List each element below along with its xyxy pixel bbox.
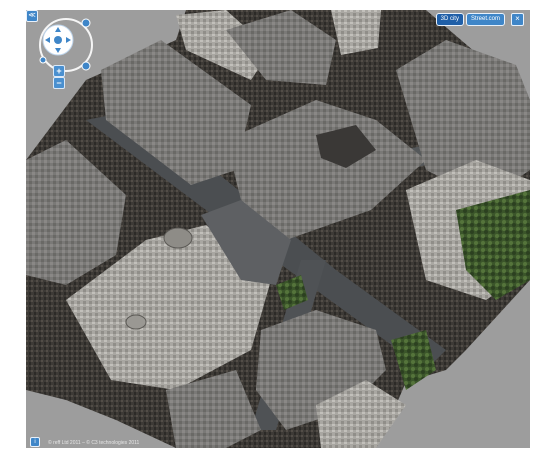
aerial-3d-scene[interactable] xyxy=(26,10,530,448)
dome xyxy=(163,227,193,249)
rotate-left-icon[interactable] xyxy=(81,18,91,28)
copyright-notice: © reff Ltd 2011 – © C3 technologies 2011 xyxy=(48,440,140,446)
rotate-right-icon[interactable] xyxy=(81,61,91,71)
tab-3d-city[interactable]: 3D city xyxy=(435,13,464,26)
navigation-ring-icon[interactable] xyxy=(36,16,98,74)
close-icon[interactable]: × xyxy=(511,13,524,26)
dome xyxy=(125,314,147,330)
tilt-icon[interactable] xyxy=(39,56,47,64)
map-viewport[interactable]: ≪ + − 3D city Street.com × i © reff Ltd … xyxy=(26,10,530,448)
view-mode-tabs: 3D city Street.com × xyxy=(435,13,524,26)
info-icon[interactable]: i xyxy=(30,437,40,447)
zoom-out-icon[interactable]: − xyxy=(53,77,65,89)
tab-street[interactable]: Street.com xyxy=(465,13,505,26)
zoom-in-icon[interactable]: + xyxy=(53,65,65,77)
